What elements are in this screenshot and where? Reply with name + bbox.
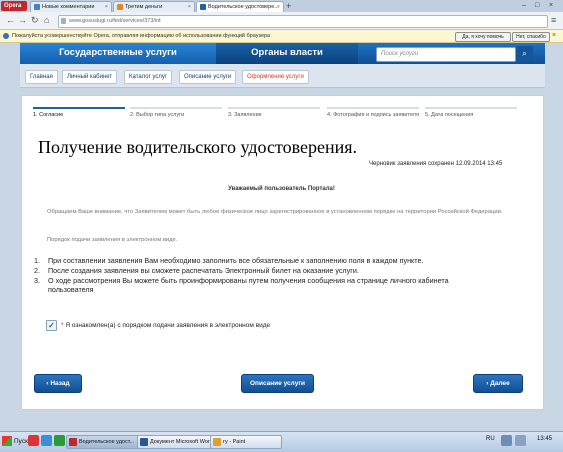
draft-saved-status: Черновик заявления сохранен 12.09.2014 1… [369, 161, 503, 167]
quicklaunch-icon[interactable] [28, 435, 39, 446]
new-tab-button[interactable]: + [286, 2, 291, 11]
url-text: www.gosuslugi.ru/fed/services/373/int [69, 18, 161, 24]
favicon-icon [34, 3, 40, 10]
minimize-icon[interactable]: – [522, 1, 526, 10]
step-photo-signature: 4. Фотография и подпись заявителя [327, 107, 419, 126]
menu-icon[interactable]: ≡ [551, 15, 556, 25]
infobar-no-button[interactable]: Нет, спасибо [512, 32, 550, 42]
infobar-yes-button[interactable]: Да, я хочу помочь [455, 32, 511, 42]
maximize-icon[interactable]: □ [535, 1, 539, 10]
quicklaunch-icon[interactable] [54, 435, 65, 446]
crumb-current: Оформление услуги [242, 70, 309, 84]
windows-icon [2, 436, 12, 447]
network-icon[interactable] [501, 435, 512, 446]
next-button[interactable]: › Далее [473, 374, 523, 393]
home-icon[interactable]: ⌂ [44, 15, 49, 25]
word-icon [140, 438, 148, 446]
opera-icon [69, 438, 77, 446]
infobar-close-icon[interactable]: × [552, 32, 556, 40]
list-item: 1. При составлении заявления Вам необходи… [34, 256, 424, 265]
back-icon[interactable]: ← [6, 15, 15, 25]
step-agreement: 1. Согласие [33, 107, 125, 126]
crumb-cabinet[interactable]: Личный кабинет [62, 70, 118, 84]
language-indicator[interactable]: RU [486, 436, 495, 442]
list-item: 3. О ходе рассмотрения Вы можете быть про… [34, 275, 449, 295]
close-window-icon[interactable]: × [549, 1, 553, 10]
service-description-button[interactable]: Описание услуги [241, 374, 314, 393]
list-item-text: После создания заявления вы сможете расп… [48, 265, 359, 275]
step-application: 3. Заявление [228, 107, 320, 126]
quicklaunch-icon[interactable] [41, 435, 52, 446]
close-icon[interactable]: × [277, 2, 280, 12]
tab-label: Водительское удостовере... [208, 4, 279, 10]
order-label: Порядок подачи заявления в электронном в… [47, 237, 178, 243]
info-icon [3, 33, 9, 39]
reload-icon[interactable]: ↻ [31, 15, 39, 25]
opera-menu-button[interactable]: Opera [1, 1, 27, 11]
close-icon[interactable]: × [105, 2, 108, 12]
back-button[interactable]: ‹ Назад [34, 374, 82, 393]
instructions-list: 1. При составлении заявления Вам необходи… [34, 256, 494, 295]
greeting: Уважаемый пользователь Портала! [228, 186, 335, 192]
clock[interactable]: 13:45 [537, 436, 552, 442]
search-input[interactable]: Поиск услуги [376, 47, 516, 62]
info-bar-text: Пожалуйста усовершенствуйте Opera, отпра… [12, 33, 271, 39]
crumb-description[interactable]: Описание услуги [179, 70, 237, 84]
list-item-text: О ходе рассмотрения Вы можете быть проин… [48, 275, 449, 295]
notice-text: Обращаем Ваше внимание, что Заявителем м… [47, 209, 503, 215]
crumb-catalog[interactable]: Каталог услуг [124, 70, 173, 84]
taskbar-word[interactable]: Документ Microsoft Wor... [137, 435, 221, 449]
search-icon[interactable]: ⌕ [516, 46, 533, 61]
agree-checkbox[interactable]: ✓ [46, 320, 57, 331]
crumb-home[interactable]: Главная [25, 70, 58, 84]
favicon-icon [200, 3, 206, 10]
close-icon[interactable]: × [188, 2, 191, 12]
url-field[interactable]: www.gosuslugi.ru/fed/services/373/int [58, 15, 548, 28]
agree-checkbox-label[interactable]: * Я ознакомлен(а) с порядком подачи заяв… [61, 322, 270, 329]
list-item-text: При составлении заявления Вам необходимо… [48, 256, 424, 265]
nav-authorities[interactable]: Органы власти [216, 43, 358, 64]
paint-icon [213, 438, 221, 446]
list-item: 2. После создания заявления вы сможете ра… [34, 265, 359, 275]
step-visit-date: 5. Дата посещения [425, 107, 517, 126]
forward-icon[interactable]: → [18, 15, 27, 25]
step-service-type: 2. Выбор типа услуги [130, 107, 222, 126]
nav-gov-services[interactable]: Государственные услуги [20, 43, 216, 64]
volume-icon[interactable] [515, 435, 526, 446]
search-placeholder: Поиск услуги [381, 51, 419, 57]
tab-label: Третим деньги [125, 4, 163, 10]
page-title: Получение водительского удостоверения. [38, 137, 357, 157]
tab-label: Новые комментарии [42, 4, 95, 10]
favicon-icon [117, 3, 123, 10]
taskbar-paint[interactable]: гу - Paint [210, 435, 282, 449]
lock-icon [61, 18, 66, 24]
taskbar-browser[interactable]: Водительское удост... [66, 435, 148, 449]
